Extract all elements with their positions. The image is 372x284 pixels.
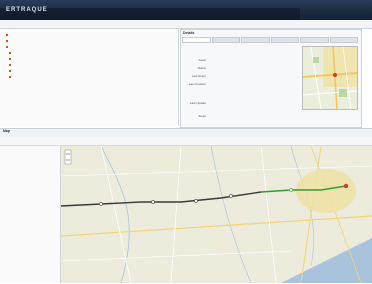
asset-icon [9, 52, 11, 55]
tab-item[interactable] [329, 37, 358, 43]
field-row [184, 94, 209, 98]
field-row: Status [197, 66, 206, 70]
field-row: Last Event [191, 74, 206, 78]
tab-item[interactable] [300, 37, 329, 43]
main-toolbar [0, 20, 372, 29]
detail-tabs [182, 37, 358, 43]
folder-icon [6, 40, 8, 43]
location-marker-icon [333, 73, 337, 77]
tab-item[interactable] [211, 37, 240, 43]
location-minimap[interactable] [302, 46, 358, 110]
date-range-bar [0, 137, 372, 146]
asset-icon [9, 76, 11, 79]
tab-item[interactable] [270, 37, 299, 43]
field-row: Last Position [188, 82, 206, 86]
detail-panel-title: Details [183, 31, 195, 35]
map-section-title: Map [3, 129, 10, 133]
tab-item[interactable] [182, 37, 211, 43]
asset-tree-panel [0, 29, 179, 126]
field-row: Last Update [189, 101, 206, 105]
route-map-graphic [60, 145, 372, 284]
field-row: Asset [198, 58, 206, 62]
tree-item[interactable] [9, 69, 13, 73]
tree-item[interactable] [9, 75, 13, 79]
folder-icon [6, 46, 8, 49]
field-row [184, 88, 209, 92]
asset-icon [9, 58, 11, 61]
tree-item[interactable] [9, 51, 13, 55]
tree-item[interactable] [6, 45, 10, 49]
route-map[interactable] [60, 145, 372, 284]
field-row [184, 107, 209, 111]
folder-icon [6, 34, 8, 37]
tree-item[interactable] [9, 57, 13, 61]
tree-item[interactable] [6, 33, 10, 37]
map-side-panel [0, 146, 61, 283]
tab-item[interactable] [241, 37, 270, 43]
field-row: Stops [198, 114, 206, 118]
tree-item[interactable] [6, 39, 10, 43]
asset-icon [9, 64, 11, 67]
tree-item[interactable] [9, 63, 13, 67]
app-logo: ERTRAQUE [6, 7, 48, 13]
asset-icon [9, 70, 11, 73]
minimap-graphic [303, 47, 357, 109]
